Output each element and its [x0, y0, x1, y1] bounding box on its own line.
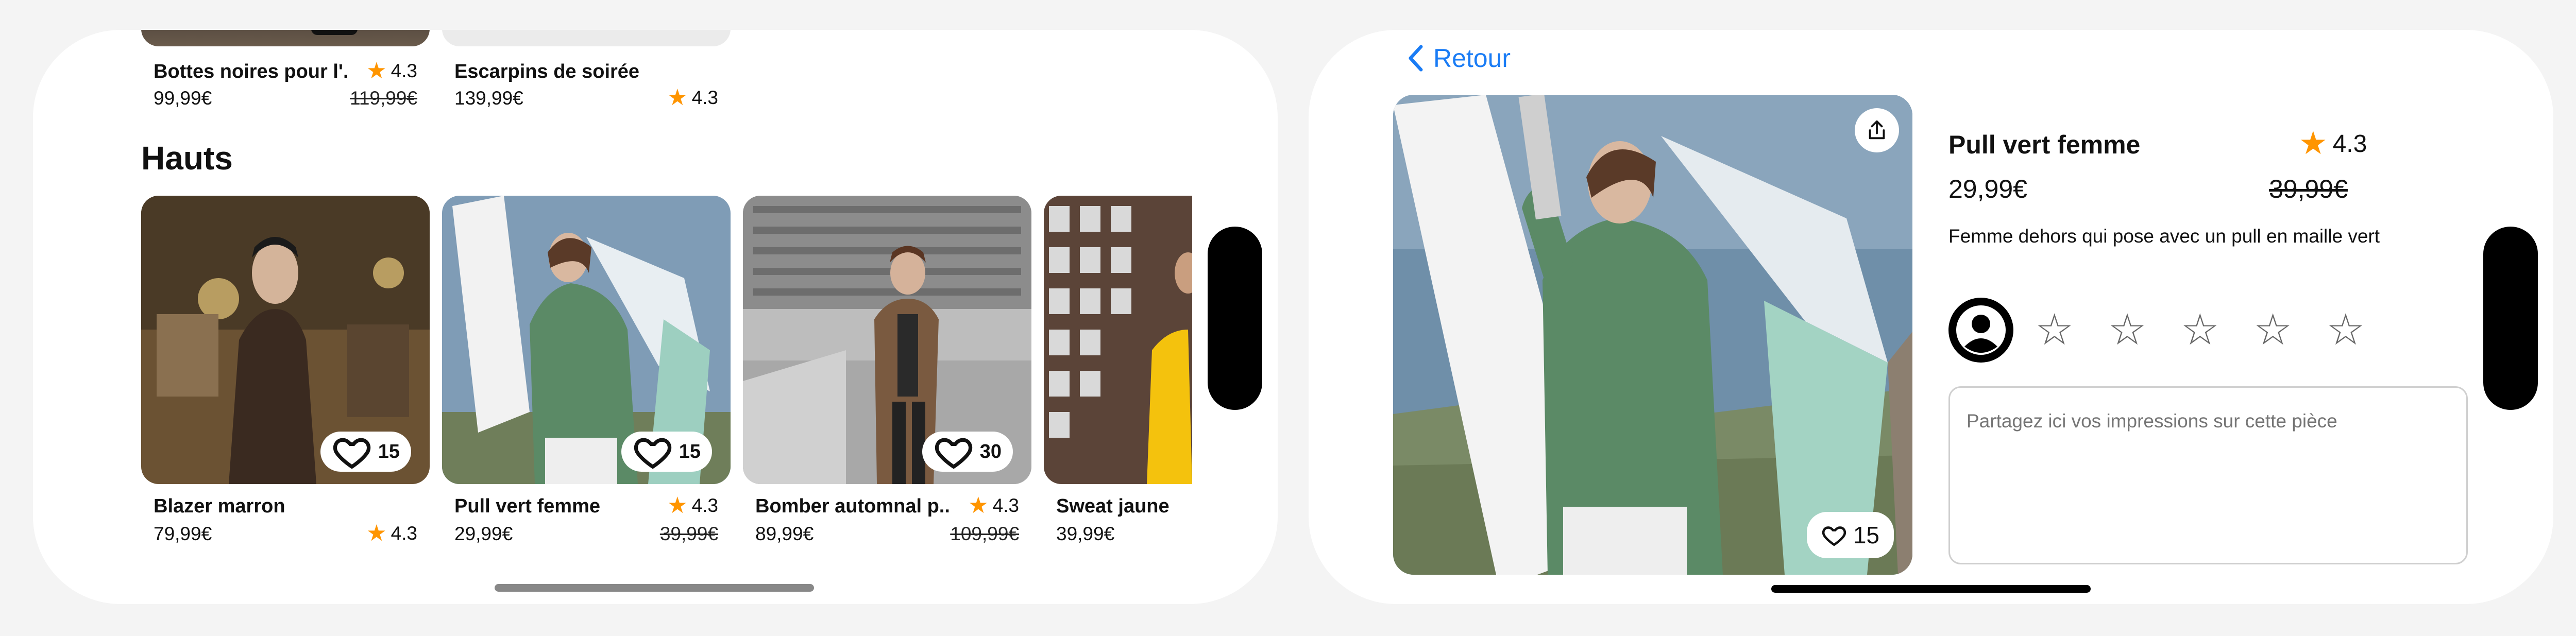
product-price: 79,99€ — [154, 523, 212, 544]
rating-value: 4.3 — [691, 495, 718, 516]
product-rating: ★ 4.3 — [2299, 128, 2367, 160]
like-button[interactable]: 15 — [621, 432, 712, 472]
product-rating: ★ 4.3 — [667, 87, 718, 109]
heart-icon — [333, 438, 370, 469]
product-price: 139,99€ — [454, 88, 523, 109]
scroll-indicator[interactable] — [495, 584, 814, 592]
product-card-bomber[interactable]: 30 Bomber automnal p... ★ 4.3 89,99€ 109… — [743, 196, 1031, 587]
like-button[interactable]: 30 — [922, 432, 1013, 472]
rating-value: 4.3 — [691, 87, 718, 108]
user-avatar — [1948, 298, 2013, 363]
user-avatar-icon — [1956, 305, 2006, 355]
rating-value: 4.3 — [992, 495, 1019, 516]
back-button[interactable]: Retour — [1406, 43, 1511, 73]
product-name: Blazer marron — [154, 495, 285, 517]
product-price: 39,99€ — [1056, 523, 1115, 544]
home-indicator[interactable] — [1771, 585, 2091, 593]
star-icon: ★ — [667, 493, 688, 518]
star-icon: ★ — [968, 493, 989, 518]
product-price: 89,99€ — [755, 523, 814, 544]
yellow-sweatshirt-photo — [1044, 196, 1192, 484]
products-carousel[interactable]: 15 Blazer marron 79,99€ ★ 4.3 15 Pull ve… — [141, 196, 1192, 587]
top-product-card-2[interactable]: Escarpins de soirée 139,99€ ★ 4.3 — [442, 30, 731, 112]
share-icon — [1869, 120, 1885, 140]
product-price: 29,99€ — [454, 523, 513, 544]
like-count: 30 — [979, 440, 1002, 462]
empty-star-icon[interactable]: ☆ — [2181, 308, 2219, 351]
product-name: Escarpins de soirée — [454, 61, 640, 82]
like-button[interactable]: 15 — [1806, 512, 1894, 558]
rating-value: 4.3 — [2332, 130, 2367, 158]
chevron-left-icon — [1409, 45, 1423, 72]
product-price: 29,99€ — [1948, 175, 2027, 203]
product-name: Pull vert femme — [454, 495, 600, 517]
dynamic-island — [1208, 227, 1262, 410]
product-old-price: 39,99€ — [659, 523, 718, 544]
review-textarea[interactable] — [1948, 386, 2468, 564]
empty-star-icon[interactable]: ☆ — [2326, 308, 2365, 351]
product-list-screen: Bottes noires pour l'... ★ 4.3 99,99€ 11… — [33, 30, 1278, 604]
product-card-pull-vert[interactable]: 15 Pull vert femme ★ 4.3 29,99€ 39,99€ — [442, 196, 731, 587]
product-card-blazer[interactable]: 15 Blazer marron 79,99€ ★ 4.3 — [141, 196, 430, 587]
product-detail-image[interactable]: 15 — [1393, 95, 1912, 575]
like-count: 15 — [679, 440, 701, 462]
product-detail-screen: Retour 15 Pull vert femme ★ 4.3 29,99€ 3… — [1309, 30, 2553, 604]
heart-icon — [935, 438, 972, 469]
product-old-price: 119,99€ — [350, 88, 417, 109]
product-rating: ★ 4.3 — [968, 494, 1019, 517]
top-product-card-1[interactable]: Bottes noires pour l'... ★ 4.3 99,99€ 11… — [141, 30, 430, 112]
heart-icon — [1822, 526, 1846, 546]
rating-input-stars[interactable]: ☆ ☆ ☆ ☆ ☆ — [2035, 308, 2365, 351]
product-price: 99,99€ — [154, 88, 212, 109]
empty-star-icon[interactable]: ☆ — [2253, 308, 2292, 351]
back-label: Retour — [1433, 44, 1511, 73]
star-icon: ★ — [366, 58, 387, 83]
product-name: Bottes noires pour l'... — [154, 61, 349, 82]
product-name: Bomber automnal p... — [755, 495, 951, 517]
product-name: Sweat jaune — [1056, 495, 1170, 517]
product-old-price: 39,99€ — [2269, 175, 2348, 203]
product-image[interactable]: 15 — [442, 196, 731, 484]
product-image[interactable]: 30 — [743, 196, 1031, 484]
product-card-sweat-jaune[interactable]: Sweat jaune 39,99€ — [1044, 196, 1192, 587]
product-rating: ★ 4.3 — [366, 522, 417, 545]
green-sweater-photo — [1393, 95, 1912, 575]
rating-value: 4.3 — [391, 60, 417, 81]
product-rating: ★ 4.3 — [366, 60, 417, 82]
product-title: Pull vert femme — [1948, 130, 2141, 159]
star-icon: ★ — [667, 85, 688, 110]
empty-star-icon[interactable]: ☆ — [2108, 308, 2146, 351]
like-count: 15 — [1853, 522, 1879, 548]
heart-icon — [634, 438, 671, 469]
dynamic-island — [2483, 227, 2538, 410]
like-count: 15 — [378, 440, 400, 462]
like-button[interactable]: 15 — [320, 432, 411, 472]
star-icon: ★ — [2299, 126, 2328, 161]
product-description: Femme dehors qui pose avec un pull en ma… — [1948, 226, 2380, 247]
empty-star-icon[interactable]: ☆ — [2035, 308, 2074, 351]
share-button[interactable] — [1855, 108, 1899, 152]
section-title-hauts: Hauts — [141, 140, 233, 177]
star-icon: ★ — [366, 521, 387, 546]
product-image[interactable]: 15 — [141, 196, 430, 484]
product-rating: ★ 4.3 — [667, 494, 718, 517]
rating-value: 4.3 — [391, 523, 417, 544]
product-old-price: 109,99€ — [950, 523, 1019, 544]
product-image[interactable] — [1044, 196, 1192, 484]
